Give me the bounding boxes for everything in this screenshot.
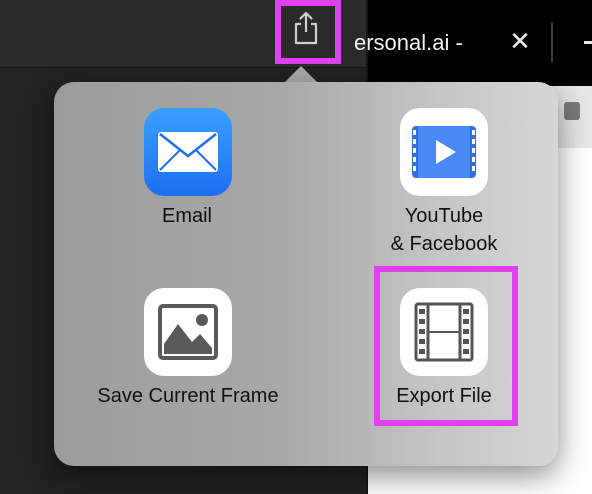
share-button-highlight <box>275 0 341 64</box>
youtube-facebook-share-item[interactable] <box>400 108 488 196</box>
facebook-label-line: & Facebook <box>390 233 498 255</box>
email-label: Email <box>161 205 212 227</box>
youtube-label-line: YouTube <box>404 205 484 227</box>
youtube-facebook-label: YouTube & Facebook <box>334 202 554 258</box>
browser-tab-bar: ersonal.ai - ✕ <box>354 0 592 86</box>
save-current-frame-label: Save Current Frame <box>97 385 279 407</box>
close-tab-icon[interactable]: ✕ <box>508 26 532 56</box>
export-file-highlight <box>374 266 518 426</box>
mail-envelope-icon <box>158 132 218 172</box>
email-share-item[interactable] <box>144 108 232 196</box>
browser-tab-title[interactable]: ersonal.ai - <box>354 30 463 56</box>
extension-icon[interactable] <box>564 102 580 120</box>
new-tab-icon[interactable] <box>584 41 592 44</box>
photo-frame-icon <box>158 304 218 360</box>
video-play-icon <box>412 126 476 178</box>
tab-separator <box>551 22 553 62</box>
save-current-frame-item[interactable] <box>144 288 232 376</box>
